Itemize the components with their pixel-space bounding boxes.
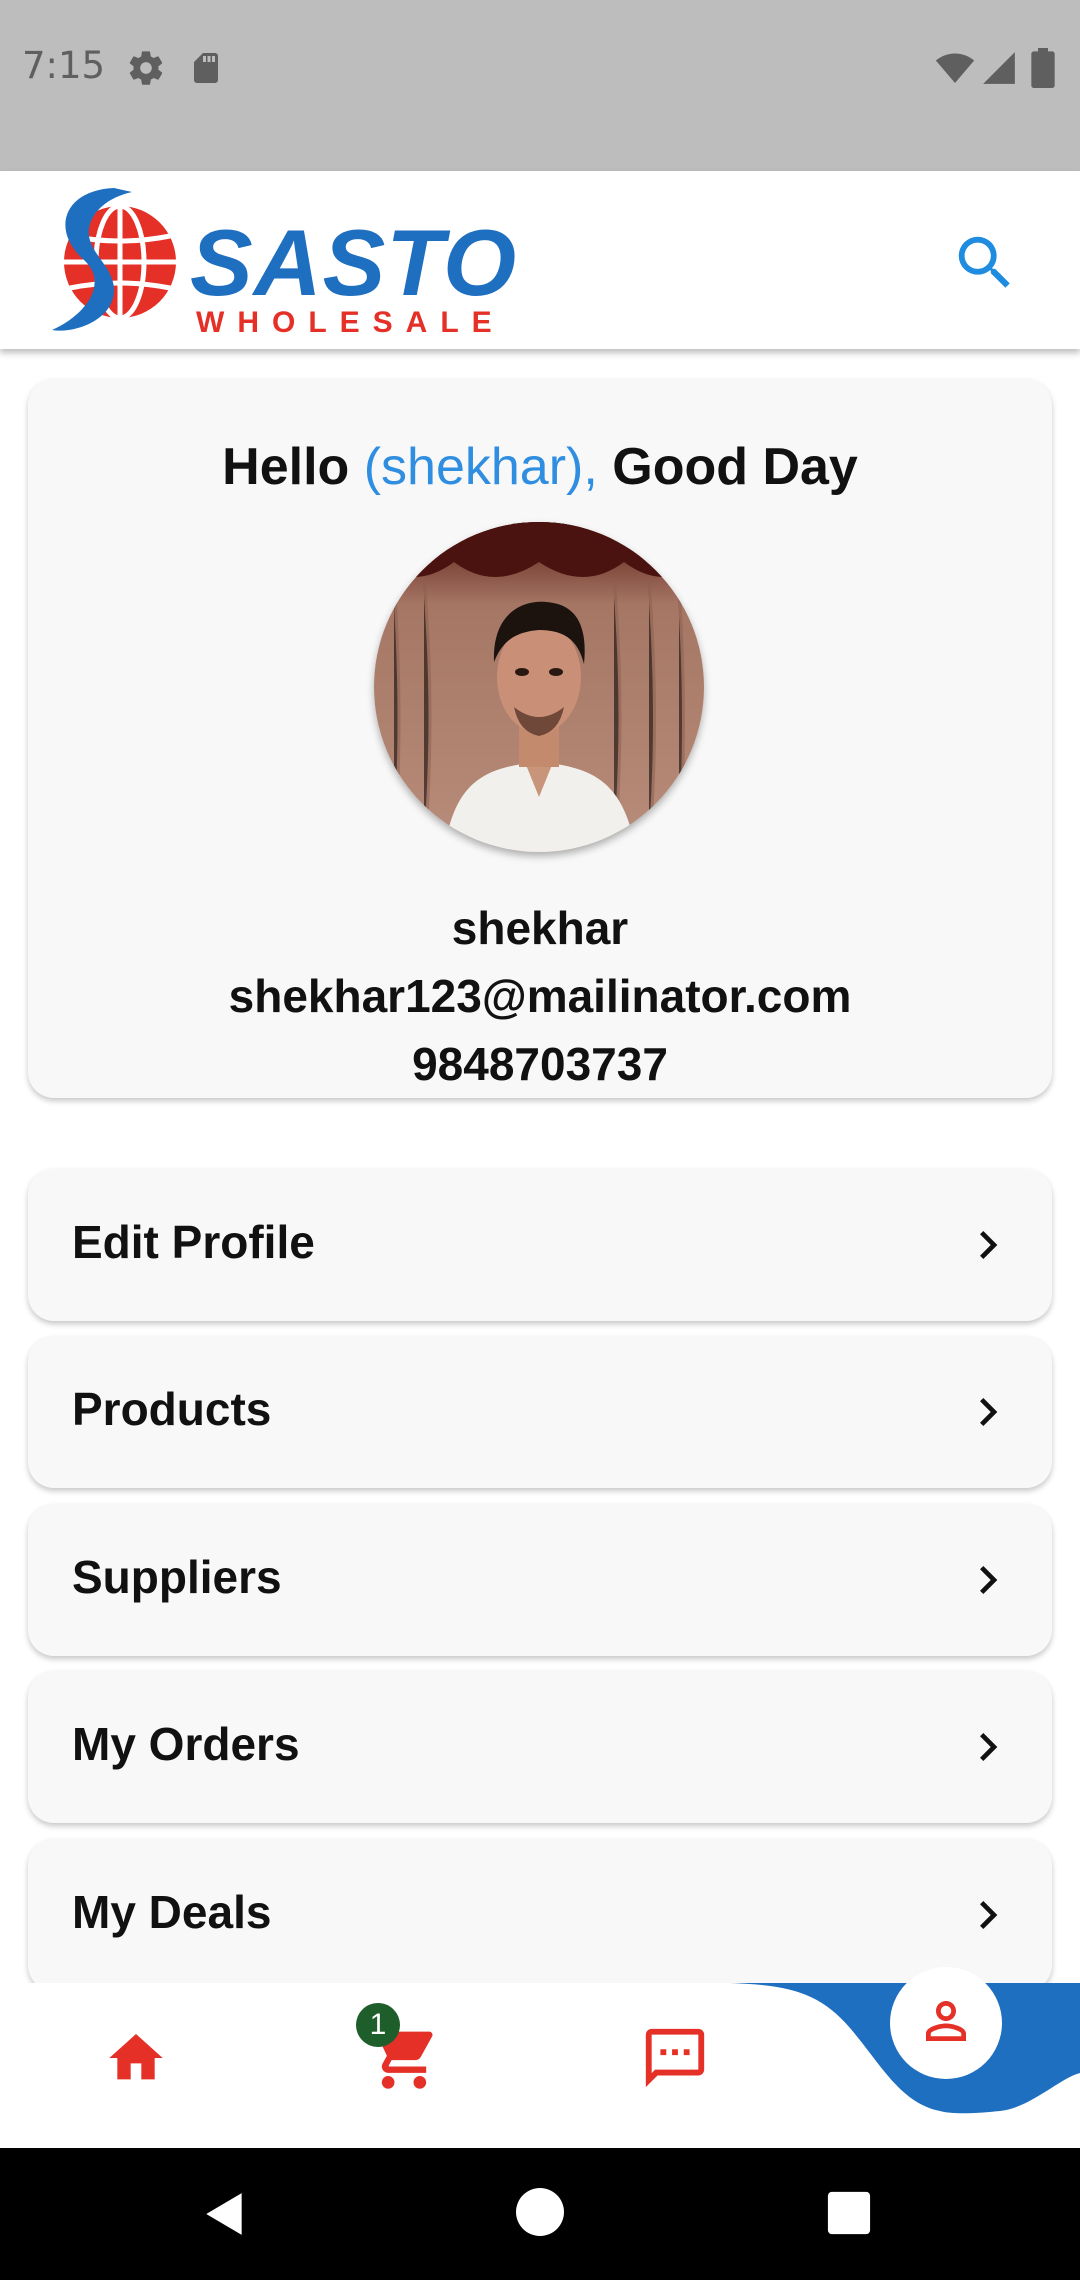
menu-item-edit-profile[interactable]: Edit Profile [28,1169,1052,1321]
logo-text: SASTO [190,210,518,315]
avatar[interactable] [374,522,704,852]
profile-card: Hello (shekhar), Good Day shekhar shekha… [28,379,1052,1098]
chat-icon[interactable] [640,2023,710,2098]
profile-icon [926,2001,966,2041]
home-system-icon[interactable] [516,2188,564,2241]
menu-item-label: Edit Profile [72,1216,315,1268]
recents-icon[interactable] [826,2190,872,2241]
menu-item-my-orders[interactable]: My Orders [28,1671,1052,1823]
signal-icon [980,48,1018,93]
profile-nav-button[interactable] [890,1967,1002,2079]
wifi-icon [934,48,976,93]
menu-item-label: My Deals [72,1886,272,1938]
home-icon[interactable] [104,2026,168,2095]
chevron-right-icon [960,1887,1016,1943]
cart-badge: 1 [356,2003,400,2047]
status-bar: 7:15 [0,0,1080,171]
greeting-prefix: Hello [222,438,364,496]
menu-item-suppliers[interactable]: Suppliers [28,1504,1052,1656]
chevron-right-icon [960,1384,1016,1440]
status-time: 7:15 [22,44,106,87]
chevron-right-icon [960,1217,1016,1273]
greeting-suffix: Good Day [597,438,858,496]
settings-icon [126,48,166,93]
menu-item-products[interactable]: Products [28,1336,1052,1488]
menu-item-my-deals[interactable]: My Deals [28,1839,1052,1983]
back-icon[interactable] [200,2188,250,2245]
logo-subtext: WHOLESALE [196,306,505,339]
search-icon[interactable] [950,228,1020,298]
chevron-right-icon [960,1719,1016,1775]
profile-email: shekhar123@mailinator.com [228,970,852,1022]
menu-item-label: Suppliers [72,1551,282,1603]
menu-item-label: My Orders [72,1718,300,1770]
main-content[interactable]: Hello (shekhar), Good Day shekhar shekha… [0,349,1080,1983]
chevron-right-icon [960,1552,1016,1608]
profile-name: shekhar [451,902,629,954]
menu-item-label: Products [72,1383,272,1435]
greeting: Hello (shekhar), Good Day [28,437,1052,497]
battery-icon [1030,48,1056,93]
system-navigation-bar [0,2148,1080,2280]
sd-card-icon [188,48,224,93]
logo-globe-icon [44,180,180,345]
profile-phone: 9848703737 [412,1038,668,1090]
greeting-name: (shekhar), [363,438,598,496]
